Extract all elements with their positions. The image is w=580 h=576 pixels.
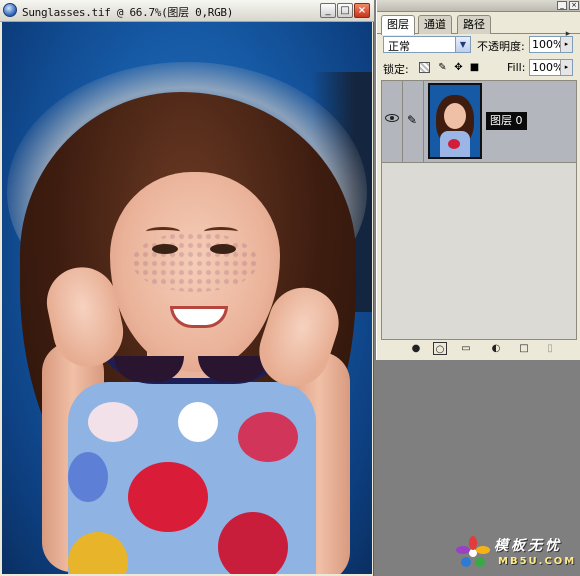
photo-dress <box>68 382 316 574</box>
eye-icon <box>385 114 399 122</box>
lock-label: 锁定: <box>383 63 409 76</box>
fill-field[interactable]: 100% ▸ <box>529 59 573 76</box>
blend-opacity-row: 正常 ▼ 不透明度: 100% ▸ <box>381 36 577 56</box>
minimize-button[interactable]: _ <box>320 3 336 18</box>
document-title: Sunglasses.tif @ 66.7%(图层 0,RGB) <box>22 6 234 19</box>
maximize-button[interactable]: □ <box>337 3 353 18</box>
photo-flower <box>68 532 128 574</box>
opacity-field[interactable]: 100% ▸ <box>529 36 573 53</box>
adjustment-layer-icon[interactable]: ◐ <box>489 342 503 355</box>
link-style-icon[interactable]: ● <box>409 342 423 355</box>
lock-fill-row: 锁定: ✎ ✥ ■ Fill: 100% ▸ <box>381 58 577 78</box>
document-titlebar[interactable]: Sunglasses.tif @ 66.7%(图层 0,RGB) _ □ × <box>0 0 374 22</box>
layers-list: ✎ 图层 0 <box>381 80 577 340</box>
lock-all-icon[interactable]: ■ <box>469 62 480 73</box>
palette-minimize-button[interactable]: _ <box>557 1 567 10</box>
palette-titlebar[interactable]: _ × <box>377 0 580 12</box>
opacity-value: 100% <box>532 38 564 51</box>
watermark-flower-logo <box>456 536 490 567</box>
layer-row[interactable]: ✎ 图层 0 <box>382 81 576 163</box>
layer-thumbnail[interactable] <box>428 83 482 159</box>
delete-layer-icon[interactable]: ▯ <box>543 342 557 355</box>
blend-mode-value: 正常 <box>388 40 410 53</box>
visibility-toggle[interactable] <box>382 81 403 162</box>
photo-flower <box>88 402 138 442</box>
add-mask-icon[interactable]: ○ <box>433 342 447 355</box>
layer-edit-indicator[interactable]: ✎ <box>403 81 424 162</box>
fill-value: 100% <box>532 61 564 74</box>
photoshop-doc-icon <box>3 3 17 17</box>
watermark-english: MB5U.COM <box>498 556 577 567</box>
photo-flower <box>68 452 108 502</box>
new-set-icon[interactable]: ▭ <box>459 342 473 355</box>
photo-flower <box>178 402 218 442</box>
photo-flower <box>218 512 288 574</box>
thumbnail-face <box>444 103 466 129</box>
photo-flower <box>128 462 208 532</box>
document-window: Sunglasses.tif @ 66.7%(图层 0,RGB) _ □ × <box>0 0 374 576</box>
photo-eye <box>152 244 178 254</box>
lock-brush-icon[interactable]: ✎ <box>437 62 448 73</box>
image-canvas[interactable] <box>2 22 372 574</box>
photo-brow <box>146 227 180 236</box>
photo-eye <box>210 244 236 254</box>
lock-transparency-icon[interactable] <box>419 62 430 73</box>
close-button[interactable]: × <box>354 3 370 18</box>
photo-freckles <box>132 232 258 292</box>
photo-flower <box>238 412 298 462</box>
photo-brow <box>204 227 238 236</box>
watermark: 模板无忧 MB5U.COM <box>454 532 578 572</box>
tab-channels[interactable]: 通道 <box>418 15 452 34</box>
opacity-label: 不透明度: <box>477 40 525 53</box>
palette-tabs: 图层 通道 路径 ▸ <box>377 12 580 39</box>
fill-arrow-icon[interactable]: ▸ <box>560 60 572 75</box>
palette-bottom-bar: ● ○ ▭ ◐ □ ▯ <box>381 340 577 358</box>
new-layer-icon[interactable]: □ <box>517 342 531 355</box>
brush-icon: ✎ <box>407 113 418 127</box>
chevron-down-icon[interactable]: ▼ <box>455 37 470 52</box>
opacity-arrow-icon[interactable]: ▸ <box>560 37 572 52</box>
tab-layers[interactable]: 图层 <box>381 15 415 35</box>
tab-paths[interactable]: 路径 <box>457 15 491 34</box>
fill-label: Fill: <box>507 61 526 74</box>
layer-name[interactable]: 图层 0 <box>486 112 527 130</box>
lock-move-icon[interactable]: ✥ <box>453 62 464 73</box>
palette-close-button[interactable]: × <box>569 1 579 10</box>
thumbnail-flower <box>448 139 460 149</box>
blend-mode-select[interactable]: 正常 ▼ <box>383 36 471 53</box>
watermark-chinese: 模板无忧 <box>494 538 562 554</box>
layers-palette: _ × 图层 通道 路径 ▸ 正常 ▼ 不透明度: 100% ▸ 锁定: ✎ ✥… <box>376 0 580 360</box>
